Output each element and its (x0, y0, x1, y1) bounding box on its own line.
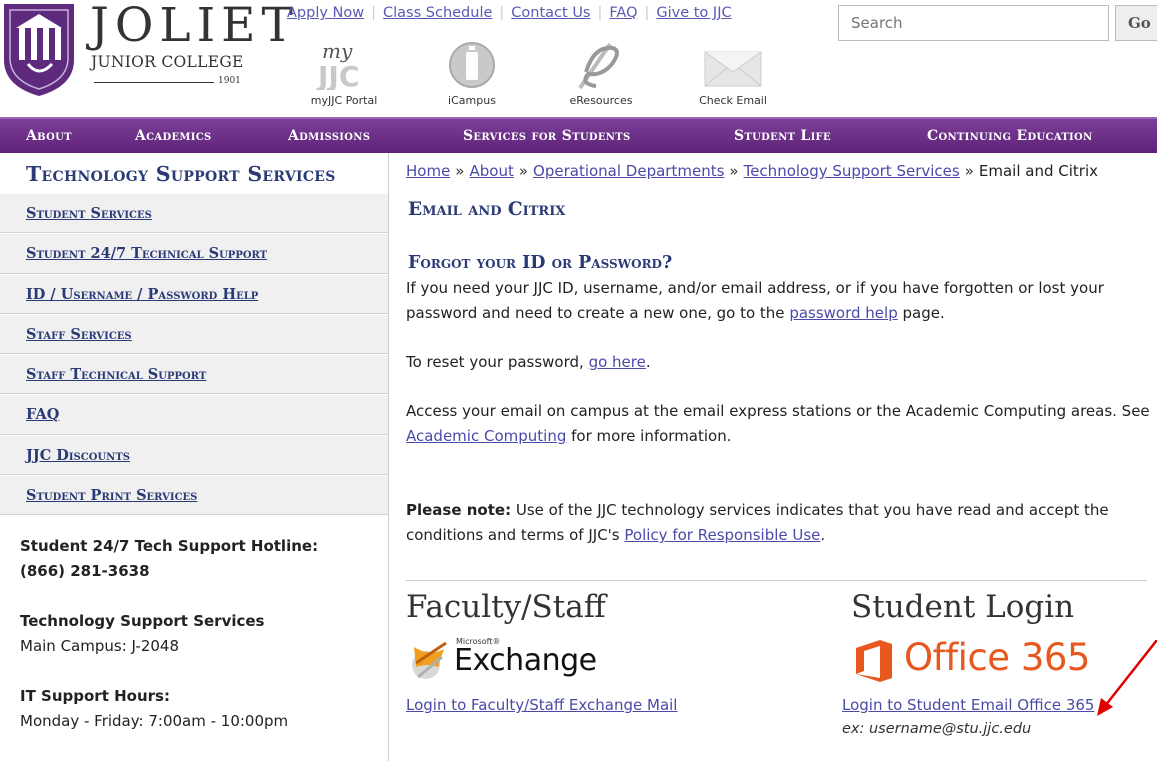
envelope-icon (704, 51, 762, 87)
sidebar-menu: Student Services Student 24/7 Technical … (0, 193, 388, 516)
jjc-logo[interactable]: JOLIET JUNIOR COLLEGE 1901 (0, 0, 293, 112)
breadcrumb-technology-support-services[interactable]: Technology Support Services (744, 162, 960, 180)
exchange-logo[interactable]: Microsoft® Exchange (408, 633, 598, 689)
breadcrumb-separator: » (729, 162, 739, 180)
password-help-paragraph: If you need your JJC ID, username, and/o… (406, 276, 1151, 326)
p1-end: page. (902, 304, 945, 322)
breadcrumb: Home» About» Operational Departments» Techn… (406, 162, 1098, 180)
search-input[interactable] (838, 5, 1109, 41)
hotline-number: (866) 281-3638 (20, 562, 150, 580)
breadcrumb-current: Email and Citrix (978, 162, 1098, 180)
sidebar-item-student-services[interactable]: Student Services (0, 193, 388, 234)
give-to-jjc-link[interactable]: Give to JJC (656, 5, 731, 21)
breadcrumb-separator: » (964, 162, 974, 180)
breadcrumb-separator: » (455, 162, 465, 180)
nav-student-life[interactable]: Student Life (734, 119, 831, 155)
breadcrumb-separator: » (518, 162, 529, 180)
hotline-label: Student 24/7 Tech Support Hotline: (20, 537, 319, 555)
faculty-exchange-login-link[interactable]: Login to Faculty/Staff Exchange Mail (406, 696, 677, 714)
reset-password-paragraph: To reset your password, go here. (406, 350, 1151, 375)
student-office365-login-link[interactable]: Login to Student Email Office 365 (842, 696, 1094, 714)
contact-us-link[interactable]: Contact Us (511, 5, 590, 21)
red-arrow-icon (1097, 640, 1157, 716)
top-link-separator: | (499, 5, 505, 21)
myjjc-logo-icon: my JJC (316, 39, 359, 90)
password-help-link[interactable]: password help (789, 304, 897, 322)
top-link-separator: | (597, 5, 603, 21)
main-content: Home» About» Operational Departments» Techn… (406, 153, 1157, 761)
svg-text:JJC: JJC (316, 60, 359, 90)
icampus-label: iCampus (448, 94, 496, 107)
office365-logo[interactable]: Office 365 (848, 634, 1090, 688)
top-link-separator: | (644, 5, 650, 21)
nav-admissions[interactable]: Admissions (288, 119, 370, 155)
support-info: Student 24/7 Tech Support Hotline: (866)… (20, 534, 380, 734)
icampus-link[interactable]: iCampus (432, 38, 512, 107)
exchange-logo-word: Exchange (454, 643, 597, 678)
main-nav: About Academics Admissions Services for … (0, 117, 1157, 153)
jjc-crest-icon (4, 4, 74, 96)
sidebar-item-student-print-services[interactable]: Student Print Services (0, 475, 388, 516)
campus-email-paragraph: Access your email on campus at the email… (406, 399, 1151, 449)
faculty-staff-heading: Faculty/Staff (406, 589, 606, 625)
nav-continuing-education[interactable]: Continuing Education (927, 119, 1092, 155)
logo-year: 1901 (218, 76, 241, 86)
office-icon (856, 640, 892, 682)
sidebar: Technology Support Services Student Serv… (0, 153, 389, 761)
forgot-heading: Forgot your ID or Password? (408, 253, 673, 273)
faq-link[interactable]: FAQ (609, 5, 637, 21)
exchange-icon (412, 641, 447, 679)
section-divider (406, 580, 1147, 581)
sidebar-item-staff-technical-support[interactable]: Staff Technical Support (0, 354, 388, 395)
p2-end: . (645, 353, 651, 371)
p1-text: If you need your JJC ID, username, and/o… (406, 279, 1104, 322)
policy-note-paragraph: Please note: Use of the JJC technology s… (406, 498, 1151, 548)
p3-text: Access your email on campus at the email… (406, 402, 1150, 420)
sidebar-item-faq[interactable]: FAQ (0, 394, 388, 435)
myjjc-portal-label: myJJC Portal (310, 94, 378, 107)
eresources-icon (578, 42, 619, 90)
nav-about[interactable]: About (26, 119, 72, 155)
go-here-link[interactable]: go here (589, 353, 646, 371)
hours-label: IT Support Hours: (20, 687, 170, 705)
sidebar-item-password-help[interactable]: ID / Username / Password Help (0, 273, 388, 314)
sidebar-title[interactable]: Technology Support Services (26, 162, 336, 186)
p4-end: . (820, 526, 826, 544)
academic-computing-link[interactable]: Academic Computing (406, 427, 566, 445)
top-links: Apply Now | Class Schedule | Contact Us | FAQ |… (287, 5, 732, 21)
student-login-heading: Student Login (851, 589, 1075, 625)
nav-academics[interactable]: Academics (135, 119, 212, 155)
policy-link[interactable]: Policy for Responsible Use (624, 526, 820, 544)
sidebar-item-student-technical-support[interactable]: Student 24/7 Technical Support (0, 233, 388, 274)
nav-services-for-students[interactable]: Services for Students (463, 119, 630, 155)
p3-end: for more information. (571, 427, 732, 445)
breadcrumb-home[interactable]: Home (406, 162, 450, 180)
check-email-link[interactable]: Check Email (688, 38, 778, 107)
top-link-separator: | (371, 5, 377, 21)
logo-name-line2: JUNIOR COLLEGE (91, 53, 244, 71)
myjjc-portal-link[interactable]: my JJC myJJC Portal (298, 38, 390, 107)
student-email-example: ex: username@stu.jjc.edu (842, 721, 1032, 737)
p2-text: To reset your password, (406, 353, 584, 371)
search-go-button[interactable]: Go (1115, 5, 1157, 41)
tss-location: Main Campus: J-2048 (20, 637, 179, 655)
sidebar-item-staff-services[interactable]: Staff Services (0, 313, 388, 355)
page-title: Email and Citrix (408, 199, 566, 220)
breadcrumb-about[interactable]: About (469, 162, 513, 180)
office365-logo-word: Office 365 (904, 636, 1090, 679)
eresources-label: eResources (569, 94, 633, 107)
check-email-label: Check Email (699, 94, 767, 107)
tss-label: Technology Support Services (20, 612, 265, 630)
please-note-label: Please note: (406, 501, 512, 519)
eresources-link[interactable]: eResources (555, 38, 647, 107)
breadcrumb-operational-departments[interactable]: Operational Departments (533, 162, 724, 180)
icampus-icon (449, 42, 495, 88)
hours-value: Monday - Friday: 7:00am - 10:00pm (20, 712, 289, 730)
logo-name-line1: JOLIET (90, 0, 299, 53)
apply-now-link[interactable]: Apply Now (287, 5, 364, 21)
sidebar-item-jjc-discounts[interactable]: JJC Discounts (0, 434, 388, 476)
class-schedule-link[interactable]: Class Schedule (383, 5, 492, 21)
logo-rule (94, 82, 214, 83)
